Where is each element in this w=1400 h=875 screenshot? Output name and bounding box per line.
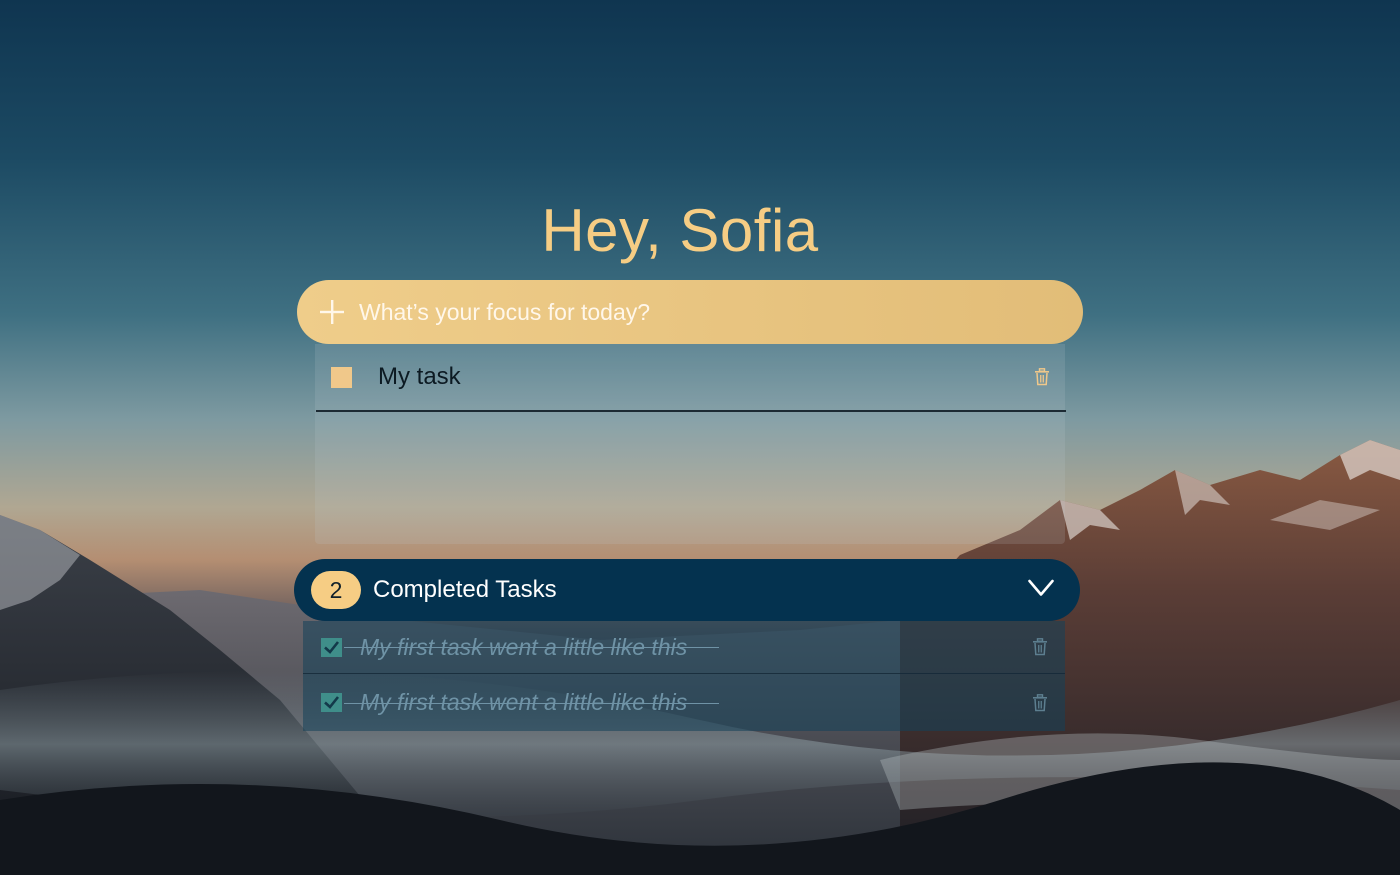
add-task-bar[interactable]: What’s your focus for today? bbox=[297, 280, 1083, 344]
completed-task-text: My first task went a little like this bbox=[344, 689, 720, 716]
completed-tasks-toggle[interactable]: 2 Completed Tasks bbox=[294, 559, 1080, 621]
completed-count-badge: 2 bbox=[311, 571, 361, 609]
greeting-title: Hey, Sofia bbox=[541, 197, 819, 264]
plus-icon[interactable] bbox=[319, 299, 345, 325]
active-tasks-panel: My task bbox=[315, 344, 1066, 544]
trash-icon[interactable] bbox=[1032, 638, 1048, 656]
checked-checkbox-icon[interactable] bbox=[321, 693, 342, 712]
chevron-down-icon[interactable] bbox=[1028, 579, 1054, 597]
add-task-input[interactable]: What’s your focus for today? bbox=[359, 299, 650, 326]
strikethrough-line bbox=[344, 647, 720, 648]
completed-tasks-list: My first task went a little like this My… bbox=[303, 621, 1065, 731]
checked-checkbox-icon[interactable] bbox=[321, 637, 342, 657]
strikethrough-line bbox=[344, 702, 720, 704]
trash-icon[interactable] bbox=[1032, 693, 1048, 712]
completed-task-row: My first task went a little like this bbox=[303, 621, 1065, 673]
app-background: Hey, Sofia What’s your focus for today? … bbox=[0, 0, 1400, 875]
completed-tasks-label: Completed Tasks bbox=[373, 576, 557, 603]
task-row: My task bbox=[316, 344, 1066, 412]
task-checkbox[interactable] bbox=[331, 366, 352, 388]
trash-icon[interactable] bbox=[1034, 368, 1050, 386]
task-label: My task bbox=[378, 363, 461, 390]
completed-task-row: My first task went a little like this bbox=[303, 673, 1065, 731]
completed-task-text: My first task went a little like this bbox=[344, 634, 720, 661]
